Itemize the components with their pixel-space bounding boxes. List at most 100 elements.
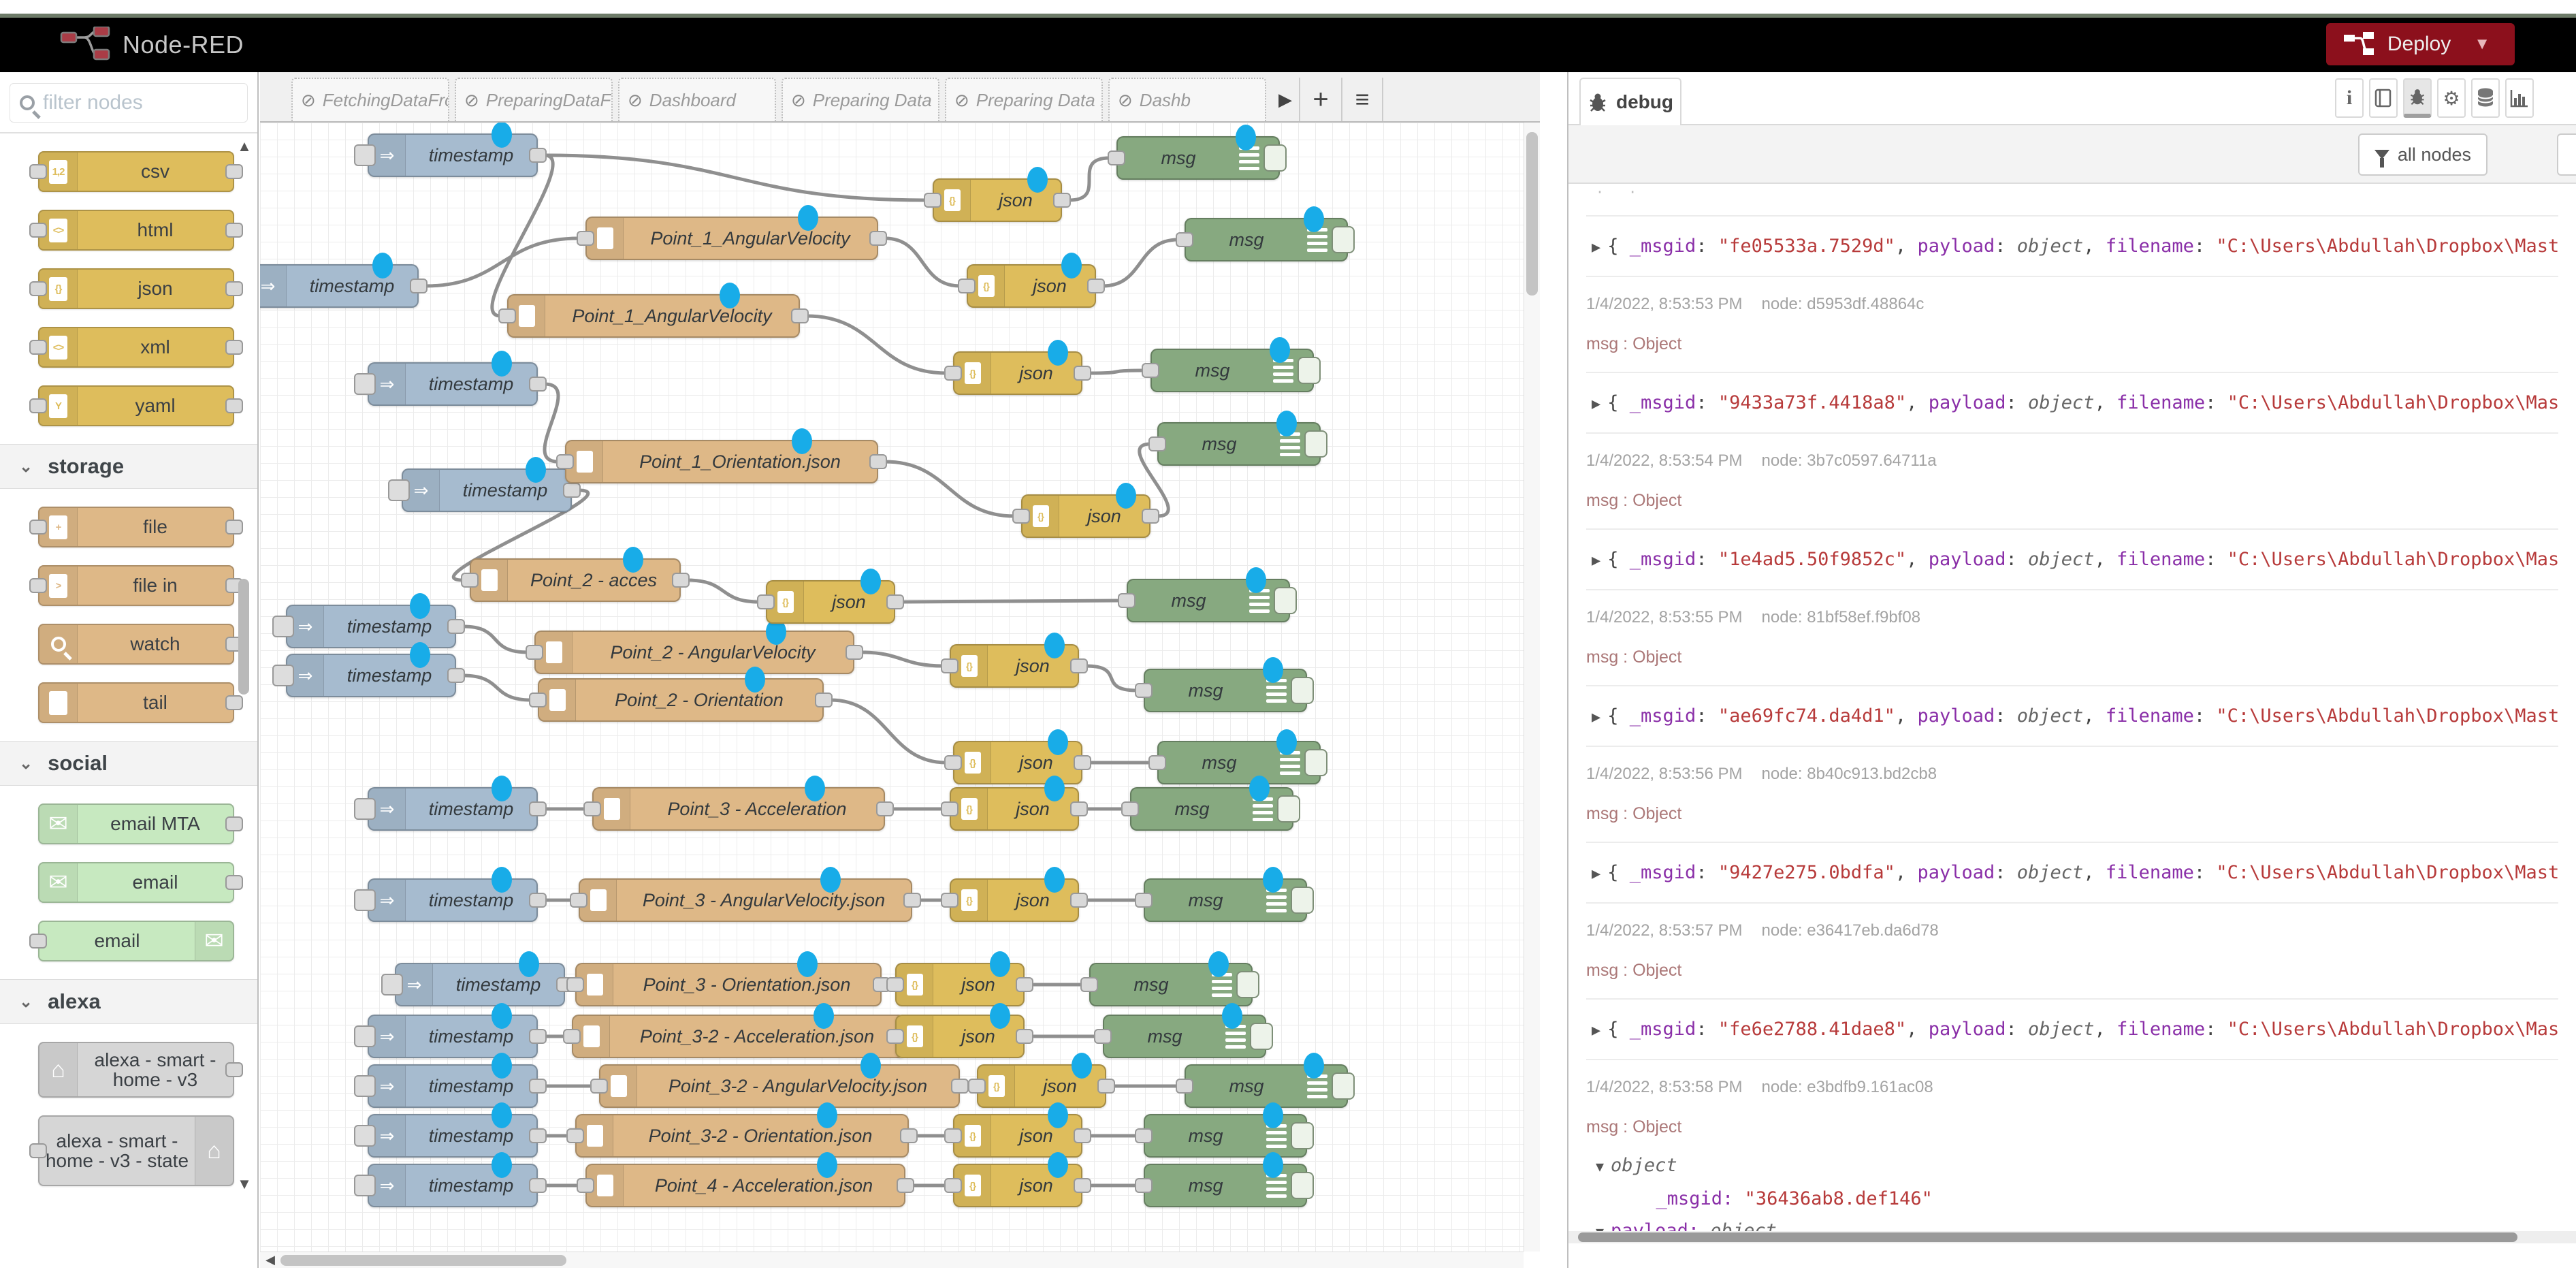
inject-button[interactable] bbox=[381, 974, 403, 996]
output-port[interactable] bbox=[529, 377, 547, 392]
node-inject-i10[interactable]: ⇒timestamp bbox=[368, 1015, 538, 1058]
canvas-hscroll-left-icon[interactable]: ◀ bbox=[260, 1253, 280, 1267]
input-port[interactable] bbox=[1148, 755, 1166, 770]
flow-tab-4[interactable]: ⊘Preparing Data bbox=[782, 78, 939, 121]
node-json-js9[interactable]: {}json bbox=[950, 878, 1079, 922]
debug-enable-toggle[interactable] bbox=[1332, 1072, 1355, 1100]
input-port[interactable] bbox=[563, 1029, 581, 1044]
input-port[interactable] bbox=[566, 977, 584, 992]
sidebar-button-chart[interactable] bbox=[2505, 78, 2534, 118]
wire-i1-f2[interactable] bbox=[492, 155, 553, 316]
output-port[interactable] bbox=[529, 148, 547, 163]
output-port[interactable] bbox=[869, 454, 887, 469]
node-inject-i2[interactable]: ⇒timestamp bbox=[260, 264, 419, 308]
node-debug-d9[interactable]: msg bbox=[1144, 878, 1307, 922]
output-port[interactable] bbox=[529, 1128, 547, 1143]
input-port[interactable] bbox=[886, 977, 904, 992]
output-port[interactable] bbox=[447, 619, 465, 634]
node-inject-i13[interactable]: ⇒timestamp bbox=[368, 1164, 538, 1207]
node-json-js4[interactable]: {}json bbox=[1021, 494, 1150, 538]
debug-message-summary[interactable]: ▶{ _msgid: "ae69fc74.da4d1", payload: ob… bbox=[1586, 685, 2558, 747]
inject-button[interactable] bbox=[354, 889, 376, 911]
wire-i6-f6[interactable] bbox=[463, 675, 531, 700]
node-inject-i12[interactable]: ⇒timestamp bbox=[368, 1114, 538, 1158]
sidebar-button-book[interactable] bbox=[2369, 78, 2398, 118]
input-port[interactable] bbox=[29, 340, 47, 355]
palette-node-watch[interactable]: watch bbox=[38, 624, 234, 665]
node-inject-i11[interactable]: ⇒timestamp bbox=[368, 1064, 538, 1108]
wire-f2-js3[interactable] bbox=[807, 316, 946, 373]
node-inject-i9[interactable]: ⇒timestamp bbox=[395, 963, 565, 1006]
node-debug-d7[interactable]: msg bbox=[1157, 741, 1321, 784]
node-inject-i3[interactable]: ⇒timestamp bbox=[368, 362, 538, 406]
inject-button[interactable] bbox=[272, 616, 294, 637]
canvas-vscroll-thumb[interactable] bbox=[1526, 132, 1538, 296]
canvas-hscroll-thumb[interactable] bbox=[280, 1255, 566, 1266]
wire-f4-js5[interactable] bbox=[688, 580, 759, 602]
debug-hscroll-thumb[interactable] bbox=[1578, 1232, 2517, 1242]
debug-enable-toggle[interactable] bbox=[1263, 144, 1287, 172]
tab-debug[interactable]: debug bbox=[1579, 78, 1681, 127]
node-file-f5[interactable]: Point_2 - AngularVelocity bbox=[534, 631, 854, 674]
node-file-f3[interactable]: Point_1_Orientation.json bbox=[565, 440, 878, 483]
input-port[interactable] bbox=[944, 755, 962, 770]
node-file-f10[interactable]: Point_3-2 - Acceleration.json bbox=[572, 1015, 905, 1058]
node-file-f13[interactable]: Point_4 - Acceleration.json bbox=[585, 1164, 905, 1207]
node-json-js7[interactable]: {}json bbox=[953, 741, 1082, 784]
input-port[interactable] bbox=[556, 454, 574, 469]
inject-button[interactable] bbox=[388, 479, 410, 501]
input-port[interactable] bbox=[1148, 436, 1166, 451]
palette-section-alexa[interactable]: ⌄alexa bbox=[0, 979, 257, 1024]
wire-js1-d1[interactable] bbox=[1069, 158, 1110, 200]
input-port[interactable] bbox=[941, 801, 959, 816]
tree-caret-icon[interactable]: ▼ bbox=[1596, 1158, 1604, 1175]
node-file-f7[interactable]: Point_3 - Acceleration bbox=[592, 787, 885, 831]
input-port[interactable] bbox=[29, 281, 47, 296]
filter-nodes-input[interactable] bbox=[43, 91, 213, 114]
output-port[interactable] bbox=[672, 573, 690, 588]
debug-enable-toggle[interactable] bbox=[1291, 677, 1314, 704]
node-debug-d2[interactable]: msg bbox=[1185, 218, 1348, 261]
debug-filter-button[interactable]: all nodes bbox=[2358, 133, 2488, 176]
node-debug-d8[interactable]: msg bbox=[1130, 787, 1293, 831]
input-port[interactable] bbox=[583, 801, 601, 816]
canvas-vertical-scrollbar[interactable] bbox=[1524, 123, 1540, 1252]
palette-node-html[interactable]: <>html bbox=[38, 210, 234, 251]
output-port[interactable] bbox=[1142, 509, 1159, 524]
workspace[interactable]: ⇒timestamp ⇒timestamp ⇒timestamp ⇒timestamp… bbox=[260, 123, 1524, 1252]
output-port[interactable] bbox=[886, 594, 904, 609]
inject-button[interactable] bbox=[354, 1125, 376, 1147]
wire-js6-d6[interactable] bbox=[1086, 666, 1137, 690]
palette-node-email-mta[interactable]: ✉email MTA bbox=[38, 803, 234, 844]
input-port[interactable] bbox=[526, 645, 543, 660]
output-port[interactable] bbox=[900, 1128, 918, 1143]
palette-node-file-in[interactable]: >file in bbox=[38, 565, 234, 606]
sidebar-button-bug[interactable] bbox=[2403, 78, 2432, 118]
palette-node-file[interactable]: +file bbox=[38, 507, 234, 547]
node-json-js1[interactable]: {}json bbox=[933, 178, 1062, 222]
input-port[interactable] bbox=[968, 1079, 986, 1094]
input-port[interactable] bbox=[757, 594, 775, 609]
palette-scroll-thumb[interactable] bbox=[238, 579, 249, 695]
output-port[interactable] bbox=[529, 801, 547, 816]
node-json-js12[interactable]: {}json bbox=[977, 1064, 1106, 1108]
output-port[interactable] bbox=[1074, 755, 1091, 770]
input-port[interactable] bbox=[1118, 593, 1136, 608]
canvas-horizontal-scrollbar[interactable]: ◀ bbox=[260, 1252, 1524, 1268]
input-port[interactable] bbox=[577, 231, 594, 246]
output-port[interactable] bbox=[529, 1079, 547, 1094]
input-port[interactable] bbox=[29, 1143, 47, 1158]
input-port[interactable] bbox=[944, 366, 962, 381]
output-port[interactable] bbox=[1097, 1079, 1115, 1094]
add-flow-button[interactable]: + bbox=[1299, 78, 1341, 121]
inject-button[interactable] bbox=[354, 1075, 376, 1097]
input-port[interactable] bbox=[1094, 1029, 1112, 1044]
node-file-f11[interactable]: Point_3-2 - AngularVelocity.json bbox=[599, 1064, 960, 1108]
node-debug-d1[interactable]: msg bbox=[1116, 136, 1280, 180]
node-file-f4[interactable]: Point_2 - acces bbox=[470, 558, 681, 602]
output-port[interactable] bbox=[447, 668, 465, 683]
input-port[interactable] bbox=[29, 934, 47, 949]
input-port[interactable] bbox=[566, 1128, 584, 1143]
input-port[interactable] bbox=[29, 520, 47, 535]
sidebar-button-db[interactable] bbox=[2471, 78, 2500, 118]
